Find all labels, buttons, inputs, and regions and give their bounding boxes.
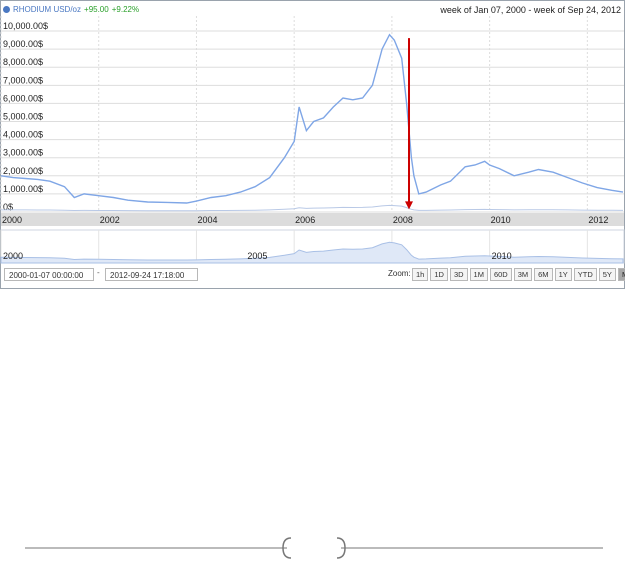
x-tick-label: 2008 [393,215,413,225]
y-tick-label: 9,000.00$ [3,39,43,49]
y-tick-label: 8,000.00$ [3,57,43,67]
page-divider [25,537,603,559]
end-time-input[interactable]: 2012-09-24 17:18:00 [105,268,198,281]
zoom-label: Zoom: [388,269,411,278]
zoom-button-1y[interactable]: 1Y [554,268,572,281]
y-tick-label: 5,000.00$ [3,112,43,122]
baseline-trace-line [1,204,624,212]
zoom-button-3d[interactable]: 3D [449,268,468,281]
x-tick-label: 2002 [100,215,120,225]
zoom-button-6m[interactable]: 6M [534,268,553,281]
navigator-label: 2000 [3,251,23,261]
start-time-input[interactable]: 2000-01-07 00:00:00 [4,268,94,281]
x-tick-label: 2004 [197,215,217,225]
zoom-button-1h[interactable]: 1h [412,268,429,281]
navigator-label: 2010 [492,251,512,261]
zoom-button-3m[interactable]: 3M [513,268,533,281]
y-tick-label: 10,000.00$ [3,21,48,31]
zoom-button-60d[interactable]: 60D [489,268,512,281]
y-tick-label: 1,000.00$ [3,184,43,194]
price-series-line[interactable] [0,33,624,204]
price-chart[interactable]: 0$ 1,000.00$ 2,000.00$ 3,000.00$ 4,000.00$ 5,… [0,0,625,289]
zoom-button-1m[interactable]: 1M [469,268,488,281]
zoom-button-5y[interactable]: 5Y [598,268,616,281]
y-tick-label: 4,000.00$ [3,130,43,140]
y-tick-label: 6,000.00$ [3,93,43,103]
annotation-arrow-head-icon [405,201,414,210]
range-separator: - [97,268,100,277]
x-tick-label: 2010 [491,215,511,225]
x-tick-label: 2012 [588,215,608,225]
y-tick-label: 3,000.00$ [3,148,43,158]
zoom-button-1d[interactable]: 1D [430,268,448,281]
y-tick-label: 2,000.00$ [3,166,43,176]
y-tick-label: 0$ [3,202,13,212]
y-tick-label: 7,000.00$ [3,75,43,85]
x-tick-label: 2006 [295,215,315,225]
zoom-button-max[interactable]: MAX [617,268,625,281]
zoom-button-ytd[interactable]: YTD [573,268,597,281]
x-tick-label: 2000 [2,215,22,225]
zoom-button-group: 1h1D3D1M60D3M6M1YYTD5YMAX [412,268,625,281]
navigator-label: 2005 [247,251,267,261]
